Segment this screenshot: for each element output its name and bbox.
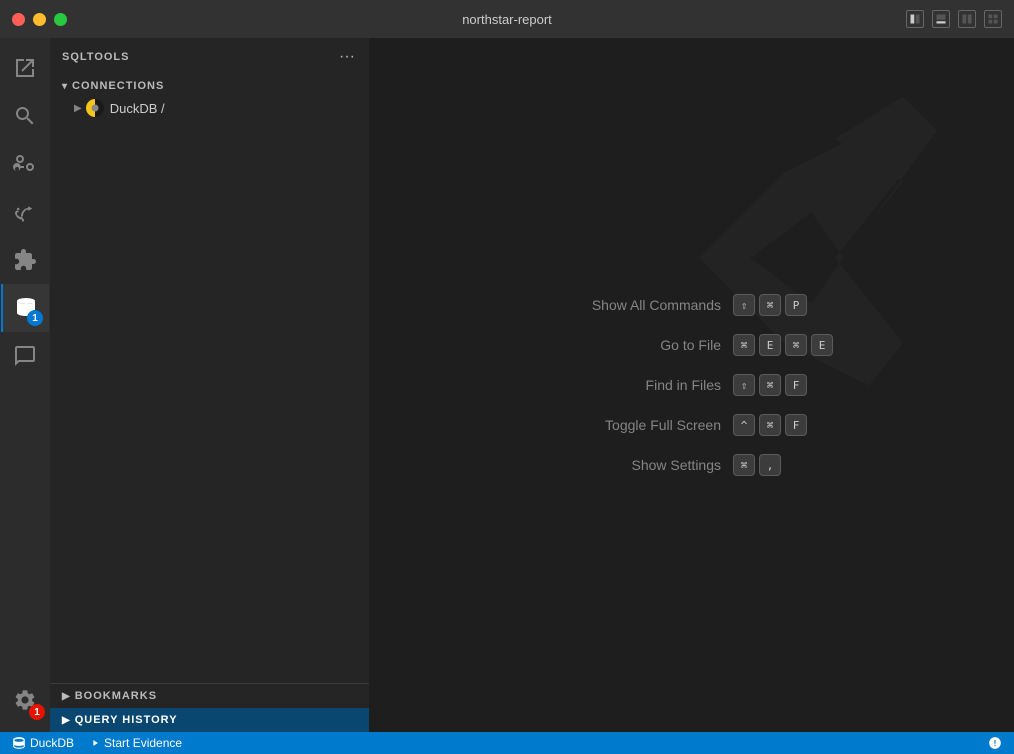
connections-section: ▾ CONNECTIONS ▶ DuckDB / [50,76,369,683]
title-bar: northstar-report [0,0,1014,38]
sidebar-layout-icon[interactable] [906,10,924,28]
key-ctrl: ^ [733,414,755,436]
shortcut-row-find: Find in Files ⇧ ⌘ F [551,374,833,396]
key-cmd-2: ⌘ [785,334,807,356]
database-status-icon [12,736,26,750]
shortcut-row-fullscreen: Toggle Full Screen ^ ⌘ F [551,414,833,436]
key-cmd: ⌘ [759,294,781,316]
shortcut-label-file: Go to File [551,337,721,353]
key-cmd-1: ⌘ [733,334,755,356]
sidebar-actions: ··· [337,46,357,68]
activity-item-run-debug[interactable] [1,188,49,236]
status-db-label: DuckDB [30,736,74,750]
close-button[interactable] [12,13,25,26]
main-content: Show All Commands ⇧ ⌘ P Go to File ⌘ E ⌘… [370,38,1014,732]
status-error-item[interactable] [984,736,1006,750]
customize-layout-icon[interactable] [984,10,1002,28]
window-title: northstar-report [462,12,552,27]
shortcut-label-fullscreen: Toggle Full Screen [551,417,721,433]
key-shift: ⇧ [733,294,755,316]
activity-bar-bottom: 1 [1,676,49,732]
duckdb-icon [86,99,104,117]
status-start-label: Start Evidence [104,736,182,750]
status-bar: DuckDB Start Evidence [0,732,1014,754]
play-icon [90,738,100,748]
bookmarks-label: BOOKMARKS [75,690,157,702]
query-history-chevron-icon: ▶ [62,715,71,726]
key-cmd-3: ⌘ [759,374,781,396]
status-start-evidence-item[interactable]: Start Evidence [86,736,186,750]
activity-item-comments[interactable] [1,332,49,380]
shortcut-keys-file: ⌘ E ⌘ E [733,334,833,356]
key-p: P [785,294,807,316]
key-e-2: E [811,334,833,356]
activity-item-explorer[interactable] [1,44,49,92]
shortcut-label-find: Find in Files [551,377,721,393]
split-layout-icon[interactable] [958,10,976,28]
duckdb-label: DuckDB / [110,101,165,116]
shortcut-row-file: Go to File ⌘ E ⌘ E [551,334,833,356]
duckdb-connection-item[interactable]: ▶ DuckDB / [50,96,369,120]
status-db-item[interactable]: DuckDB [8,736,78,750]
shortcut-row-commands: Show All Commands ⇧ ⌘ P [551,294,833,316]
activity-item-search[interactable] [1,92,49,140]
duckdb-chevron-icon: ▶ [74,103,82,114]
shortcut-keys-settings: ⌘ , [733,454,781,476]
maximize-button[interactable] [54,13,67,26]
key-e-1: E [759,334,781,356]
bookmarks-section-header[interactable]: ▶ BOOKMARKS [50,684,369,708]
shortcut-keys-fullscreen: ^ ⌘ F [733,414,807,436]
shortcut-keys-find: ⇧ ⌘ F [733,374,807,396]
shortcut-row-settings: Show Settings ⌘ , [551,454,833,476]
sidebar-title: SQLTOOLS [62,51,130,63]
key-f: F [785,374,807,396]
database-badge: 1 [27,310,43,326]
activity-item-settings[interactable]: 1 [1,676,49,724]
bottom-sections: ▶ BOOKMARKS ▶ QUERY HISTORY [50,683,369,732]
error-icon [988,736,1002,750]
bookmarks-chevron-icon: ▶ [62,691,71,702]
sidebar: SQLTOOLS ··· ▾ CONNECTIONS ▶ DuckDB / [50,38,370,732]
window-controls [12,13,67,26]
query-history-section-header[interactable]: ▶ QUERY HISTORY [50,708,369,732]
shortcut-label-commands: Show All Commands [551,297,721,313]
sidebar-header: SQLTOOLS ··· [50,38,369,76]
key-cmd-4: ⌘ [759,414,781,436]
shortcut-keys-commands: ⇧ ⌘ P [733,294,807,316]
title-bar-icons [906,10,1002,28]
status-right [984,736,1006,750]
connections-section-header[interactable]: ▾ CONNECTIONS [50,76,369,96]
activity-item-extensions[interactable] [1,236,49,284]
key-shift-2: ⇧ [733,374,755,396]
status-left: DuckDB Start Evidence [8,736,186,750]
minimize-button[interactable] [33,13,46,26]
key-cmd-5: ⌘ [733,454,755,476]
sidebar-more-actions[interactable]: ··· [337,46,357,68]
activity-item-database[interactable]: 1 [1,284,49,332]
settings-error-badge: 1 [29,704,45,720]
main-area: 1 1 SQLTOOLS ··· ▾ CONNECTIONS [0,38,1014,732]
connections-chevron-icon: ▾ [62,81,68,92]
shortcuts-container: Show All Commands ⇧ ⌘ P Go to File ⌘ E ⌘… [551,294,833,476]
activity-item-source-control[interactable] [1,140,49,188]
connections-label: CONNECTIONS [72,80,164,92]
activity-bar: 1 1 [0,38,50,732]
key-comma: , [759,454,781,476]
key-f2: F [785,414,807,436]
shortcut-label-settings: Show Settings [551,457,721,473]
query-history-label: QUERY HISTORY [75,714,178,726]
panel-layout-icon[interactable] [932,10,950,28]
